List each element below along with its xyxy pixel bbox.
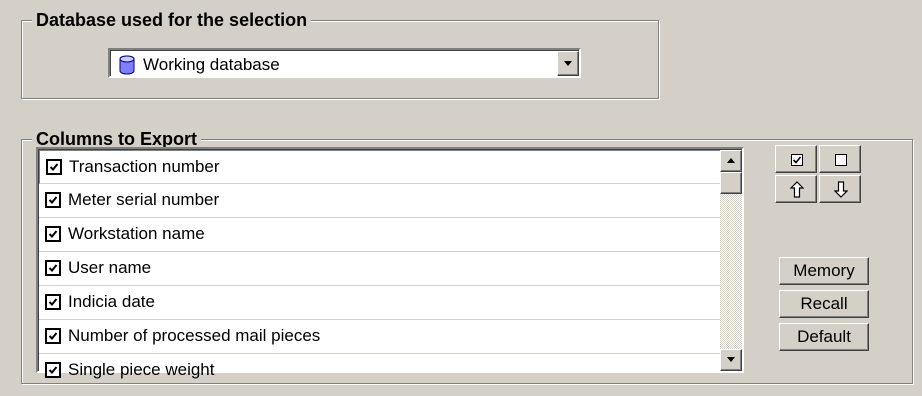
checked-box-icon xyxy=(791,154,803,166)
recall-button[interactable]: Recall xyxy=(779,290,869,318)
row-checkbox[interactable] xyxy=(45,260,61,276)
row-checkbox[interactable] xyxy=(45,294,61,310)
check-all-button[interactable] xyxy=(775,145,817,173)
arrow-down-icon xyxy=(834,181,848,198)
row-checkbox[interactable] xyxy=(45,192,61,208)
list-scrollbar[interactable] xyxy=(720,150,742,371)
chevron-down-icon xyxy=(564,61,572,66)
database-group: Database used for the selection Working … xyxy=(21,9,659,99)
dropdown-button[interactable] xyxy=(557,51,579,76)
checkmark-icon xyxy=(49,163,59,171)
list-item-label: Indicia date xyxy=(68,292,155,311)
move-down-button[interactable] xyxy=(819,175,861,203)
list-item-label: Meter serial number xyxy=(68,190,220,209)
scroll-up-button[interactable] xyxy=(720,150,742,172)
database-select[interactable]: Working database xyxy=(108,48,581,78)
scroll-thumb[interactable] xyxy=(720,172,742,194)
checkmark-icon xyxy=(48,366,58,374)
list-item[interactable]: Transaction number xyxy=(39,150,723,184)
list-item-label: Number of processed mail pieces xyxy=(68,326,321,345)
scroll-down-arrow-icon xyxy=(727,357,735,362)
list-item[interactable]: Indicia date xyxy=(39,286,723,320)
checkmark-icon xyxy=(48,230,58,238)
list-item-label: Single piece weight xyxy=(68,360,215,379)
list-item-label: Transaction number xyxy=(69,157,220,176)
checkmark-icon xyxy=(48,264,58,272)
list-item[interactable]: Single piece weight xyxy=(39,354,723,388)
list-item[interactable]: Meter serial number xyxy=(39,184,723,218)
arrow-up-icon xyxy=(790,181,804,198)
row-checkbox[interactable] xyxy=(45,226,61,242)
row-checkbox[interactable] xyxy=(46,159,62,175)
checkmark-icon xyxy=(48,298,58,306)
list-item-label: Workstation name xyxy=(68,224,205,243)
columns-group: Columns to Export Transaction number Mete… xyxy=(21,128,913,388)
database-icon xyxy=(119,55,135,75)
columns-list[interactable]: Transaction number Meter serial number Wor… xyxy=(36,147,744,388)
memory-button[interactable]: Memory xyxy=(779,257,869,285)
scroll-down-button[interactable] xyxy=(720,349,742,371)
list-item-label: User name xyxy=(68,258,152,277)
list-item[interactable]: User name xyxy=(39,252,723,286)
row-checkbox[interactable] xyxy=(45,362,61,378)
empty-box-icon xyxy=(835,154,847,166)
checkmark-icon xyxy=(48,196,58,204)
row-checkbox[interactable] xyxy=(45,328,61,344)
database-group-title: Database used for the selection xyxy=(32,9,312,31)
uncheck-all-button[interactable] xyxy=(819,145,861,173)
database-select-value: Working database xyxy=(143,55,280,74)
scroll-up-arrow-icon xyxy=(727,158,735,163)
list-item[interactable]: Workstation name xyxy=(39,218,723,252)
default-button[interactable]: Default xyxy=(779,323,869,351)
checkmark-icon xyxy=(48,332,58,340)
list-item[interactable]: Number of processed mail pieces xyxy=(39,320,723,354)
move-up-button[interactable] xyxy=(775,175,817,203)
